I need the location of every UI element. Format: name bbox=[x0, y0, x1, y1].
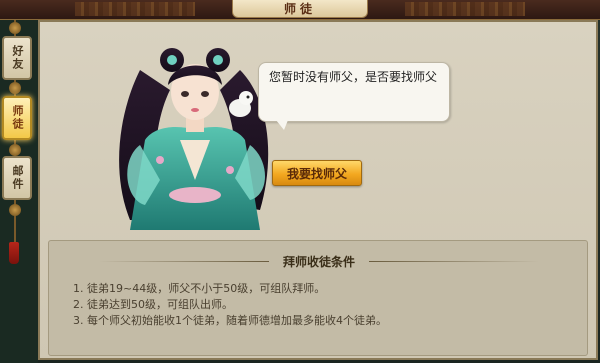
divider-right bbox=[369, 260, 539, 262]
title-plate: 师徒 bbox=[232, 0, 368, 18]
main-panel: 您暂时没有师父，是否要找师父 我要找师父 拜师收徒条件 1. 徒弟19~44级，… bbox=[38, 20, 598, 360]
knot-icon bbox=[9, 82, 21, 94]
speech-bubble-tail bbox=[276, 120, 288, 130]
rules-list: 1. 徒弟19~44级，师父不小于50级，可组队拜师。 2. 徒弟达到50级，可… bbox=[73, 281, 573, 329]
divider-left bbox=[98, 260, 269, 262]
tab-label: 师徒 bbox=[11, 105, 24, 131]
page-title: 师徒 bbox=[283, 2, 316, 16]
rule-item: 2. 徒弟达到50级，可组队出师。 bbox=[73, 298, 233, 311]
knot-icon bbox=[9, 22, 21, 34]
tab-friends[interactable]: 好友 bbox=[2, 36, 32, 80]
find-master-label: 我要找师父 bbox=[286, 166, 347, 181]
tassel-icon bbox=[9, 242, 19, 264]
npc-character-illustration bbox=[119, 48, 269, 230]
knot-icon bbox=[9, 144, 21, 156]
tab-mail[interactable]: 邮件 bbox=[2, 156, 32, 200]
find-master-button[interactable]: 我要找师父 bbox=[272, 160, 362, 186]
conditions-box: 拜师收徒条件 1. 徒弟19~44级，师父不小于50级，可组队拜师。 2. 徒弟… bbox=[48, 240, 588, 356]
tab-label: 好友 bbox=[11, 45, 24, 71]
speech-text: 您暂时没有师父，是否要找师父 bbox=[269, 70, 438, 84]
header-ornament-right bbox=[405, 2, 525, 16]
conditions-header: 拜师收徒条件 bbox=[49, 251, 589, 271]
rule-item: 1. 徒弟19~44级，师父不小于50级，可组队拜师。 bbox=[73, 282, 326, 295]
rule-item: 3. 每个师父初始能收1个徒弟，随着师德增加最多能收4个徒弟。 bbox=[73, 314, 387, 327]
npc-speech-bubble: 您暂时没有师父，是否要找师父 bbox=[258, 62, 450, 122]
tab-label: 邮件 bbox=[11, 165, 24, 191]
conditions-title: 拜师收徒条件 bbox=[282, 254, 355, 269]
header-bar: 师徒 bbox=[0, 0, 600, 20]
knot-icon bbox=[9, 204, 21, 216]
header-ornament-left bbox=[75, 2, 195, 16]
tab-column: 好友 师徒 邮件 bbox=[0, 20, 38, 363]
tab-master-apprentice[interactable]: 师徒 bbox=[2, 96, 32, 140]
